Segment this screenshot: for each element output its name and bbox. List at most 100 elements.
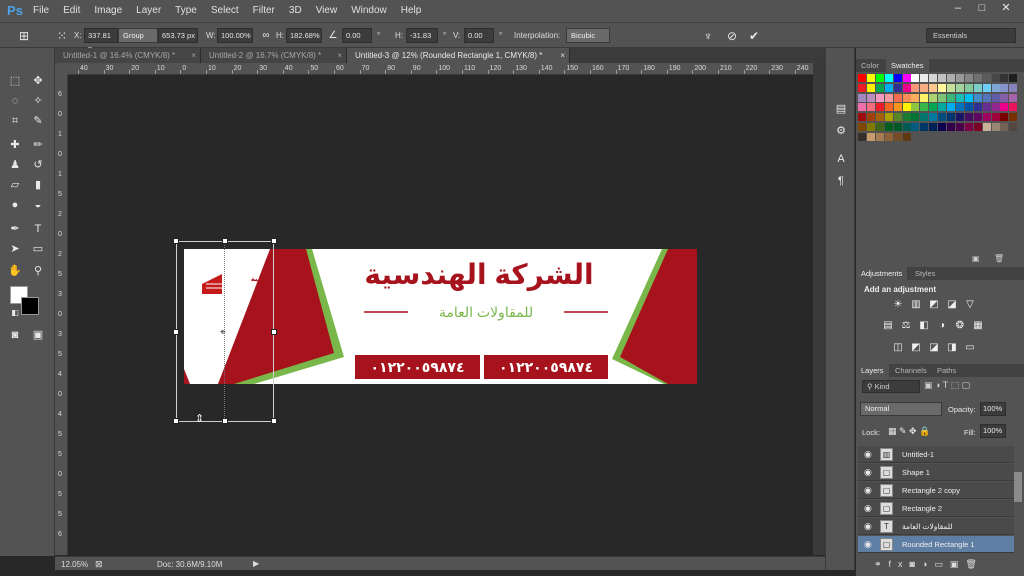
transform-handle-t[interactable] (222, 238, 228, 244)
swatch[interactable] (893, 74, 902, 82)
menu-layer[interactable]: Layer (129, 0, 168, 22)
swatch[interactable] (920, 123, 929, 131)
swatch[interactable] (866, 74, 875, 82)
path-selection-icon[interactable]: ➤ (6, 240, 24, 258)
x-field[interactable]: 337.81 p (84, 28, 118, 53)
swatch[interactable] (964, 103, 973, 112)
swatch[interactable] (1009, 83, 1018, 92)
transform-handle-tr[interactable] (271, 238, 277, 244)
swatch[interactable] (1009, 113, 1018, 122)
swatch[interactable] (973, 123, 982, 131)
swatch[interactable] (884, 123, 893, 131)
swatch[interactable] (991, 93, 1000, 102)
brush-tool-icon[interactable]: ✏ (29, 136, 47, 154)
swatch[interactable] (929, 103, 938, 112)
curves-icon[interactable]: ◩ (928, 299, 940, 311)
visibility-eye-icon[interactable]: ◉ (864, 503, 872, 514)
layer-row-selected[interactable]: ◉ ▢ Rounded Rectangle 1 (858, 536, 1014, 553)
marquee-tool-icon[interactable]: ⬚ (6, 72, 24, 90)
minimize-button[interactable]: – (946, 0, 970, 18)
swatch[interactable] (964, 83, 973, 92)
swatch[interactable] (964, 74, 973, 82)
swatch[interactable] (911, 123, 920, 131)
reference-select[interactable]: Group (118, 28, 158, 43)
menu-view[interactable]: View (309, 0, 345, 22)
swatch[interactable] (947, 93, 955, 102)
swatch[interactable] (938, 83, 947, 92)
menu-file[interactable]: File (26, 0, 56, 22)
swatch[interactable] (875, 123, 884, 131)
swatch[interactable] (982, 93, 991, 102)
swatch[interactable] (991, 83, 1000, 92)
pen-tool-icon[interactable]: ✒ (6, 220, 24, 238)
properties-panel-icon[interactable]: ⚙ (832, 122, 850, 140)
workspace-select[interactable]: Essentials (926, 28, 1016, 43)
vibrance-icon[interactable]: ▽ (964, 299, 976, 311)
menu-window[interactable]: Window (344, 0, 394, 22)
swatch[interactable] (1000, 93, 1009, 102)
quick-mask-icon[interactable]: ◙ (6, 326, 24, 344)
tab-swatches[interactable]: Swatches (886, 59, 929, 72)
threshold-icon[interactable]: ◪ (928, 342, 940, 354)
v-skew-field[interactable]: 0.00 (464, 28, 494, 43)
tab-channels[interactable]: Channels (890, 364, 932, 377)
black-white-icon[interactable]: ◧ (918, 320, 930, 332)
swatch[interactable] (955, 123, 964, 131)
swatch[interactable] (955, 74, 964, 82)
swatch[interactable] (938, 74, 947, 82)
selective-color-icon[interactable]: ▭ (964, 342, 976, 354)
swatch[interactable] (902, 93, 911, 102)
cancel-transform-icon[interactable]: ⊘ (724, 28, 740, 44)
visibility-eye-icon[interactable]: ◉ (864, 485, 872, 496)
swatch[interactable] (973, 113, 982, 122)
menu-select[interactable]: Select (204, 0, 246, 22)
status-menu-icon[interactable]: ▶ (253, 559, 259, 568)
swatch[interactable] (893, 83, 902, 92)
layer-row[interactable]: ◉ ▢ Shape 1 (858, 464, 1014, 481)
swatch[interactable] (893, 113, 902, 122)
swatch[interactable] (893, 93, 902, 102)
swatch[interactable] (1000, 83, 1009, 92)
swatch[interactable] (991, 113, 1000, 122)
layer-row[interactable]: ◉ ▢ Rectangle 2 copy (858, 482, 1014, 499)
swatch[interactable] (955, 93, 964, 102)
dodge-tool-icon[interactable]: ◒ (29, 196, 47, 214)
swatch[interactable] (991, 103, 1000, 112)
transform-handle-br[interactable] (271, 418, 277, 424)
gradient-map-icon[interactable]: ◨ (946, 342, 958, 354)
horizontal-ruler[interactable]: 40 30 20 10 0 10 20 30 40 50 60 70 80 90 100 110 120 130 1… (68, 63, 813, 75)
gradient-tool-icon[interactable]: ▮ (29, 176, 47, 194)
swatch[interactable] (929, 83, 938, 92)
invert-icon[interactable]: ◫ (892, 342, 904, 354)
y-field[interactable]: 653.73 px (158, 28, 198, 43)
swatch[interactable] (902, 83, 911, 92)
swatch[interactable] (858, 113, 866, 122)
visibility-eye-icon[interactable]: ◉ (864, 521, 872, 532)
swatch[interactable] (938, 113, 947, 122)
menu-help[interactable]: Help (394, 0, 429, 22)
maximize-button[interactable]: □ (970, 0, 994, 18)
swatch[interactable] (964, 93, 973, 102)
transform-handle-l[interactable] (173, 329, 179, 335)
color-lookup-icon[interactable]: ▦ (972, 320, 984, 332)
swatch[interactable] (1000, 113, 1009, 122)
channel-mixer-icon[interactable]: ❂ (954, 320, 966, 332)
status-share-icon[interactable]: ⊠ (95, 559, 103, 570)
swatch[interactable] (875, 103, 884, 112)
swatch[interactable] (929, 93, 938, 102)
swatch[interactable] (902, 74, 911, 82)
swatch[interactable] (973, 74, 982, 82)
type-tool-icon[interactable]: T (29, 220, 47, 238)
layer-row[interactable]: ◉ ▥ Untitled-1 (858, 446, 1014, 463)
swatch[interactable] (955, 83, 964, 92)
hue-saturation-icon[interactable]: ▤ (882, 320, 894, 332)
crop-tool-icon[interactable]: ⌗ (6, 112, 24, 130)
warp-icon[interactable]: ♆ (700, 28, 716, 44)
swatch[interactable] (947, 113, 955, 122)
swatch[interactable] (1000, 123, 1009, 131)
levels-icon[interactable]: ▥ (910, 299, 922, 311)
swatch[interactable] (982, 123, 991, 131)
close-tab-icon[interactable]: × (191, 48, 196, 63)
history-panel-icon[interactable]: ▤ (832, 100, 850, 118)
blur-tool-icon[interactable]: ● (6, 196, 24, 214)
